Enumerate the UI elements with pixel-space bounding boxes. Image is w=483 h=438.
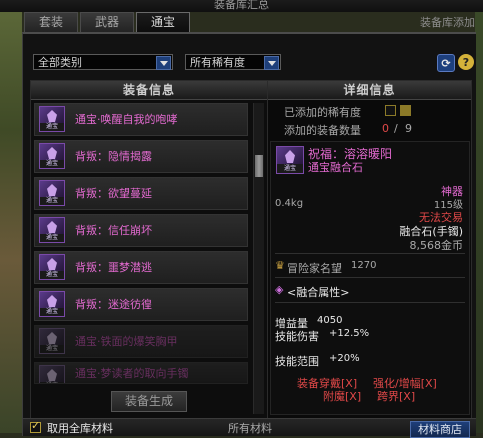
add-to-library-label[interactable]: 装备库添加 [420, 14, 475, 30]
list-item[interactable]: 通宝 背叛：迷途彷徨 [34, 288, 248, 321]
added-count: 0 [382, 122, 389, 135]
tongbao-item-icon: 通宝 [39, 291, 65, 317]
icon-tag: 通宝 [40, 234, 64, 242]
item-detail-card: 通宝 祝福：溶溶暖阳 通宝融合石 神器 0.4kg 115级 无法交易 融合石(… [270, 141, 470, 415]
refresh-icon[interactable]: ⟳ [437, 54, 455, 72]
equipment-list: 通宝 通宝·唤醒自我的咆哮 通宝 背叛：隐情揭露 通宝 背叛：欲望蔓延 通宝 背… [34, 103, 248, 388]
skill-range-label: 技能范围 [275, 355, 319, 368]
list-item-name: 背叛：隐情揭露 [75, 150, 152, 163]
equipment-info-panel: 装备信息 通宝 通宝·唤醒自我的咆哮 通宝 背叛：隐情揭露 通宝 背叛：欲望蔓延… [30, 80, 268, 419]
divider [275, 253, 465, 254]
use-all-materials-label: 取用全库材料 [47, 422, 113, 435]
rarity-checkbox-filled[interactable] [400, 105, 411, 116]
category-select[interactable]: 全部类别 [33, 54, 173, 70]
item-weight: 0.4kg [275, 198, 304, 209]
bottom-bar: 取用全库材料 所有材料 材料商店 [23, 418, 476, 438]
divider [275, 302, 465, 303]
list-item[interactable]: 通宝 通宝·唤醒自我的咆哮 [34, 103, 248, 136]
added-rarity-label: 已添加的稀有度 [284, 106, 361, 119]
tongbao-item-icon: 通宝 [39, 217, 65, 243]
all-materials-label: 所有材料 [228, 422, 272, 435]
list-item-name: 背叛：欲望蔓延 [75, 187, 152, 200]
chevron-down-icon [156, 56, 171, 70]
tongbao-item-icon: 通宝 [39, 180, 65, 206]
tongbao-item-icon: 通宝 [39, 254, 65, 280]
rarity-select[interactable]: 所有稀有度 [185, 54, 281, 70]
list-item-name: 背叛：信任崩坏 [75, 224, 152, 237]
list-item[interactable]: 通宝 背叛：信任崩坏 [34, 214, 248, 247]
tab-set[interactable]: 套装 [24, 12, 78, 32]
scrollbar-thumb[interactable] [255, 155, 263, 177]
list-item[interactable]: 通宝 背叛：隐情揭露 [34, 140, 248, 173]
skill-dmg-value: +12.5% [329, 328, 370, 339]
use-all-materials-checkbox[interactable] [30, 419, 41, 433]
background-right-foliage [475, 0, 483, 433]
category-select-value: 全部类别 [38, 56, 82, 69]
background-left-foliage [0, 0, 22, 433]
equipment-library-window: 全部类别 所有稀有度 ⟳ ? 装备信息 通宝 通宝·唤醒自我的咆哮 通宝 背叛：… [22, 32, 476, 438]
detail-info-panel: 详细信息 已添加的稀有度 添加的装备数量 0 / 9 通宝 祝福：溶溶暖阳 通宝… [267, 80, 472, 419]
gain-value: 4050 [317, 315, 343, 326]
tongbao-item-icon: 通宝 [39, 106, 65, 132]
diamond-icon: ◈ [275, 283, 284, 296]
icon-tag: 通宝 [40, 160, 64, 168]
footer-enchant: 附魔[X] [323, 390, 362, 403]
icon-tag: 通宝 [40, 345, 64, 353]
tab-tongbao[interactable]: 通宝 [136, 12, 190, 33]
added-count-label: 添加的装备数量 [284, 124, 361, 137]
chevron-down-icon [264, 56, 279, 70]
list-item[interactable]: 通宝 背叛：噩梦潜逃 [34, 251, 248, 284]
list-scrollbar[interactable] [253, 103, 264, 414]
material-shop-button[interactable]: 材料商店 [410, 421, 470, 438]
icon-tag: 通宝 [40, 123, 64, 131]
max-count: 9 [405, 122, 412, 135]
crown-icon: ♛ [275, 259, 285, 272]
skill-range-value: +20% [329, 353, 360, 364]
tongbao-item-icon: 通宝 [276, 146, 304, 174]
list-item-name: 背叛：噩梦潜逃 [75, 261, 152, 274]
icon-tag: 通宝 [40, 382, 64, 383]
icon-tag: 通宝 [40, 197, 64, 205]
tab-bar: 套装 武器 通宝 [24, 12, 190, 33]
icon-tag: 通宝 [40, 308, 64, 316]
rarity-select-value: 所有稀有度 [190, 56, 245, 69]
list-item-name: 通宝·铁面的爆笑胸甲 [75, 335, 178, 348]
tab-weapon[interactable]: 武器 [80, 12, 134, 32]
icon-tag: 通宝 [40, 271, 64, 279]
footer-cross: 跨界[X] [377, 390, 416, 403]
equipment-info-title: 装备信息 [31, 81, 267, 100]
tongbao-item-icon: 通宝 [39, 365, 65, 383]
generate-equipment-button[interactable]: 装备生成 [111, 391, 187, 412]
rarity-checkbox-empty[interactable] [385, 105, 396, 116]
window-title-bar: 装备库汇总 [0, 0, 483, 12]
fusion-attr-label: <融合属性> [287, 286, 350, 299]
help-icon[interactable]: ? [458, 54, 474, 70]
window-title: 装备库汇总 [214, 0, 269, 11]
list-item[interactable]: 通宝 通宝·梦读者的取向手镯 [34, 362, 248, 384]
item-subtitle: 通宝融合石 [308, 161, 363, 174]
list-item[interactable]: 通宝 通宝·铁面的爆笑胸甲 [34, 325, 248, 358]
tongbao-item-icon: 通宝 [39, 143, 65, 169]
tongbao-item-icon: 通宝 [39, 328, 65, 354]
list-item-name: 通宝·唤醒自我的咆哮 [75, 113, 178, 126]
fame-label: 冒险家名望 [287, 262, 342, 275]
list-item-name: 通宝·梦读者的取向手镯 [75, 367, 189, 380]
count-separator: / [394, 122, 398, 135]
skill-dmg-label: 技能伤害 [275, 330, 319, 343]
item-price: 8,568金币 [409, 239, 464, 252]
icon-tag: 通宝 [277, 164, 303, 173]
divider [275, 277, 465, 278]
detail-info-title: 详细信息 [268, 81, 471, 100]
list-item[interactable]: 通宝 背叛：欲望蔓延 [34, 177, 248, 210]
fame-value: 1270 [351, 260, 377, 271]
list-item-name: 背叛：迷途彷徨 [75, 298, 152, 311]
